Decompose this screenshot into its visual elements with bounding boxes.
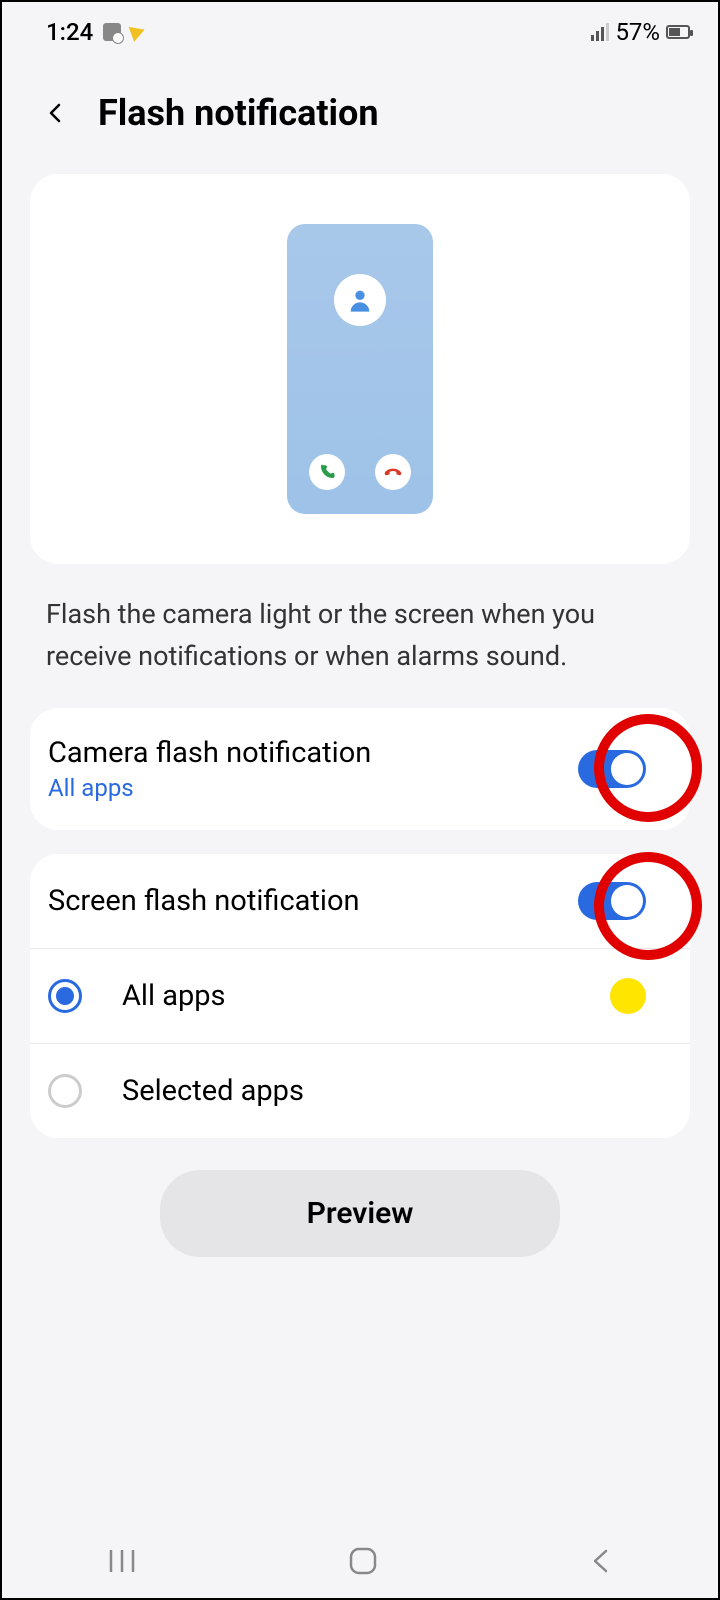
screen-flash-title: Screen flash notification	[48, 884, 360, 918]
radio-selected-apps-label: Selected apps	[122, 1074, 304, 1108]
camera-flash-title: Camera flash notification	[48, 736, 371, 770]
avatar-icon	[334, 274, 386, 326]
answer-call-icon	[309, 454, 345, 490]
radio-all-apps-label: All apps	[122, 979, 226, 1013]
status-time: 1:24	[46, 18, 93, 46]
radio-icon-selected	[48, 979, 82, 1013]
screen-flash-card: Screen flash notification All apps Selec…	[30, 854, 690, 1138]
status-bar: 1:24 57%	[2, 2, 718, 52]
battery-pct: 57%	[615, 18, 660, 46]
sim-card-icon	[103, 23, 121, 41]
radio-icon-unselected	[48, 1074, 82, 1108]
system-nav-bar	[2, 1528, 718, 1598]
camera-flash-subtitle: All apps	[48, 774, 371, 802]
nav-home-button[interactable]	[348, 1546, 378, 1580]
screen-flash-toggle[interactable]	[578, 882, 646, 920]
signal-icon	[591, 23, 609, 41]
location-icon	[129, 22, 148, 42]
preview-button[interactable]: Preview	[160, 1170, 560, 1257]
battery-icon	[666, 25, 690, 39]
radio-all-apps[interactable]: All apps	[30, 948, 690, 1043]
illustration-card	[30, 174, 690, 564]
nav-recent-button[interactable]	[107, 1548, 137, 1578]
description-text: Flash the camera light or the screen whe…	[2, 594, 718, 708]
camera-flash-row[interactable]: Camera flash notification All apps	[30, 708, 690, 830]
color-swatch[interactable]	[610, 978, 646, 1014]
decline-call-icon	[375, 454, 411, 490]
camera-flash-toggle[interactable]	[578, 750, 646, 788]
radio-selected-apps[interactable]: Selected apps	[30, 1043, 690, 1138]
page-header: Flash notification	[2, 52, 718, 174]
nav-back-button[interactable]	[589, 1548, 613, 1578]
camera-flash-card: Camera flash notification All apps	[30, 708, 690, 830]
back-button[interactable]	[42, 99, 70, 127]
page-title: Flash notification	[98, 92, 379, 134]
screen-flash-row[interactable]: Screen flash notification	[30, 854, 690, 948]
phone-illustration	[287, 224, 433, 514]
